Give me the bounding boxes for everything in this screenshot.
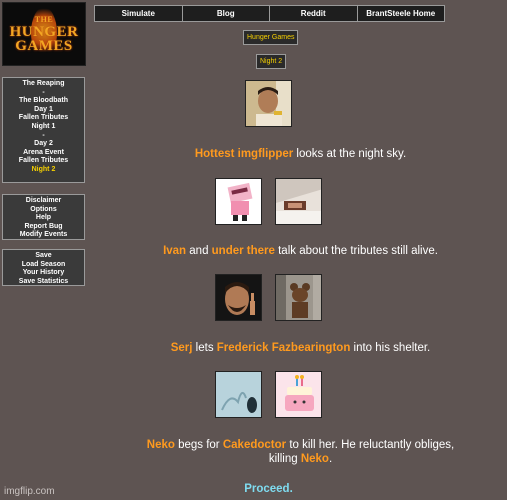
sidebar-item-day-1[interactable]: Day 1: [3, 106, 84, 115]
tribute-name: Neko: [300, 453, 329, 465]
sidebar-item-bloodbath[interactable]: The Bloodbath: [3, 97, 84, 106]
proceed-link[interactable]: Proceed.: [94, 483, 443, 495]
sidebar-item-reaping[interactable]: The Reaping: [3, 80, 84, 89]
event-text: talk about the tributes still alive.: [274, 245, 438, 257]
event-text: lets: [192, 342, 217, 354]
tribute-avatar-cakedoctor: [275, 371, 322, 418]
tribute-avatar-hottest-imgflipper: [245, 80, 292, 127]
logo-text-games: GAMES: [15, 38, 73, 54]
hunger-games-logo[interactable]: THE HUNGER GAMES: [2, 2, 86, 66]
tribute-avatar-neko: [215, 371, 262, 418]
tribute-name: Cakedoctor: [222, 439, 287, 451]
sidebar-item-save-statistics[interactable]: Save Statistics: [3, 278, 84, 287]
event-4-line-2: killing Neko.: [94, 452, 507, 466]
event-text: begs for: [174, 439, 223, 451]
sidebar-save: Save Load Season Your History Save Stati…: [2, 249, 85, 286]
tribute-name: Frederick Fazbearington: [216, 342, 351, 354]
sidebar-info: Disclaimer Options Help Report Bug Modif…: [2, 194, 85, 240]
tribute-name: Serj: [170, 342, 193, 354]
logo-text-hunger: HUNGER: [9, 24, 79, 40]
sidebar-item-help[interactable]: Help: [3, 214, 84, 223]
sidebar-item-report-bug[interactable]: Report Bug: [3, 223, 84, 232]
event-text: looks at the night sky.: [293, 148, 407, 160]
sidebar-item-options[interactable]: Options: [3, 206, 84, 215]
phase-badge: Night 2: [256, 54, 287, 69]
nav-simulate[interactable]: Simulate: [95, 6, 182, 21]
tribute-name: under there: [211, 245, 275, 257]
sidebar-item-load-season[interactable]: Load Season: [3, 261, 84, 270]
sidebar-item-arena-event[interactable]: Arena Event: [3, 149, 84, 158]
sidebar-item-your-history[interactable]: Your History: [3, 269, 84, 278]
sidebar-item-save[interactable]: Save: [3, 252, 84, 261]
event-text: .: [328, 453, 333, 465]
nav-brantsteele-home[interactable]: BrantSteele Home: [356, 6, 445, 21]
tribute-avatar-ivan: [215, 178, 262, 225]
sidebar-item-disclaimer[interactable]: Disclaimer: [3, 197, 84, 206]
imgflip-watermark: imgflip.com: [4, 486, 55, 497]
sidebar-item-fallen-tributes-2[interactable]: Fallen Tributes: [3, 157, 84, 166]
tribute-avatar-frederick-fazbearington: [275, 274, 322, 321]
tribute-avatar-serj: [215, 274, 262, 321]
tribute-name: Ivan: [163, 245, 187, 257]
event-text: and: [186, 245, 212, 257]
nav-blog[interactable]: Blog: [181, 6, 270, 21]
sidebar-item-night-2-current[interactable]: Night 2: [3, 166, 84, 175]
game-title-badge: Hunger Games: [243, 30, 299, 45]
event-4-text: Neko begs for Cakedoctor to kill her. He…: [94, 438, 507, 466]
top-navigation: Simulate Blog Reddit BrantSteele Home: [94, 5, 445, 22]
sidebar-item-day-2[interactable]: Day 2: [3, 140, 84, 149]
event-text: to kill her. He reluctantly obliges,: [286, 439, 455, 451]
nav-reddit[interactable]: Reddit: [269, 6, 357, 21]
tribute-avatar-under-there: [275, 178, 322, 225]
sidebar-item-night-1[interactable]: Night 1: [3, 123, 84, 132]
event-2-text: Ivan and under there talk about the trib…: [94, 244, 507, 258]
sidebar-item-modify-events[interactable]: Modify Events: [3, 231, 84, 240]
event-3-text: Serj lets Frederick Fazbearington into h…: [94, 341, 507, 355]
sidebar-progress: The Reaping - The Bloodbath Day 1 Fallen…: [2, 77, 85, 183]
sidebar-separator: -: [42, 131, 45, 139]
event-text: into his shelter.: [350, 342, 431, 354]
sidebar-separator: -: [42, 88, 45, 96]
sidebar-item-fallen-tributes-1[interactable]: Fallen Tributes: [3, 114, 84, 123]
event-4-line-1: Neko begs for Cakedoctor to kill her. He…: [94, 438, 507, 452]
tribute-name: Hottest imgflipper: [194, 148, 294, 160]
tribute-name: Neko: [146, 439, 175, 451]
event-text: killing: [268, 453, 301, 465]
event-1-text: Hottest imgflipper looks at the night sk…: [94, 147, 507, 161]
